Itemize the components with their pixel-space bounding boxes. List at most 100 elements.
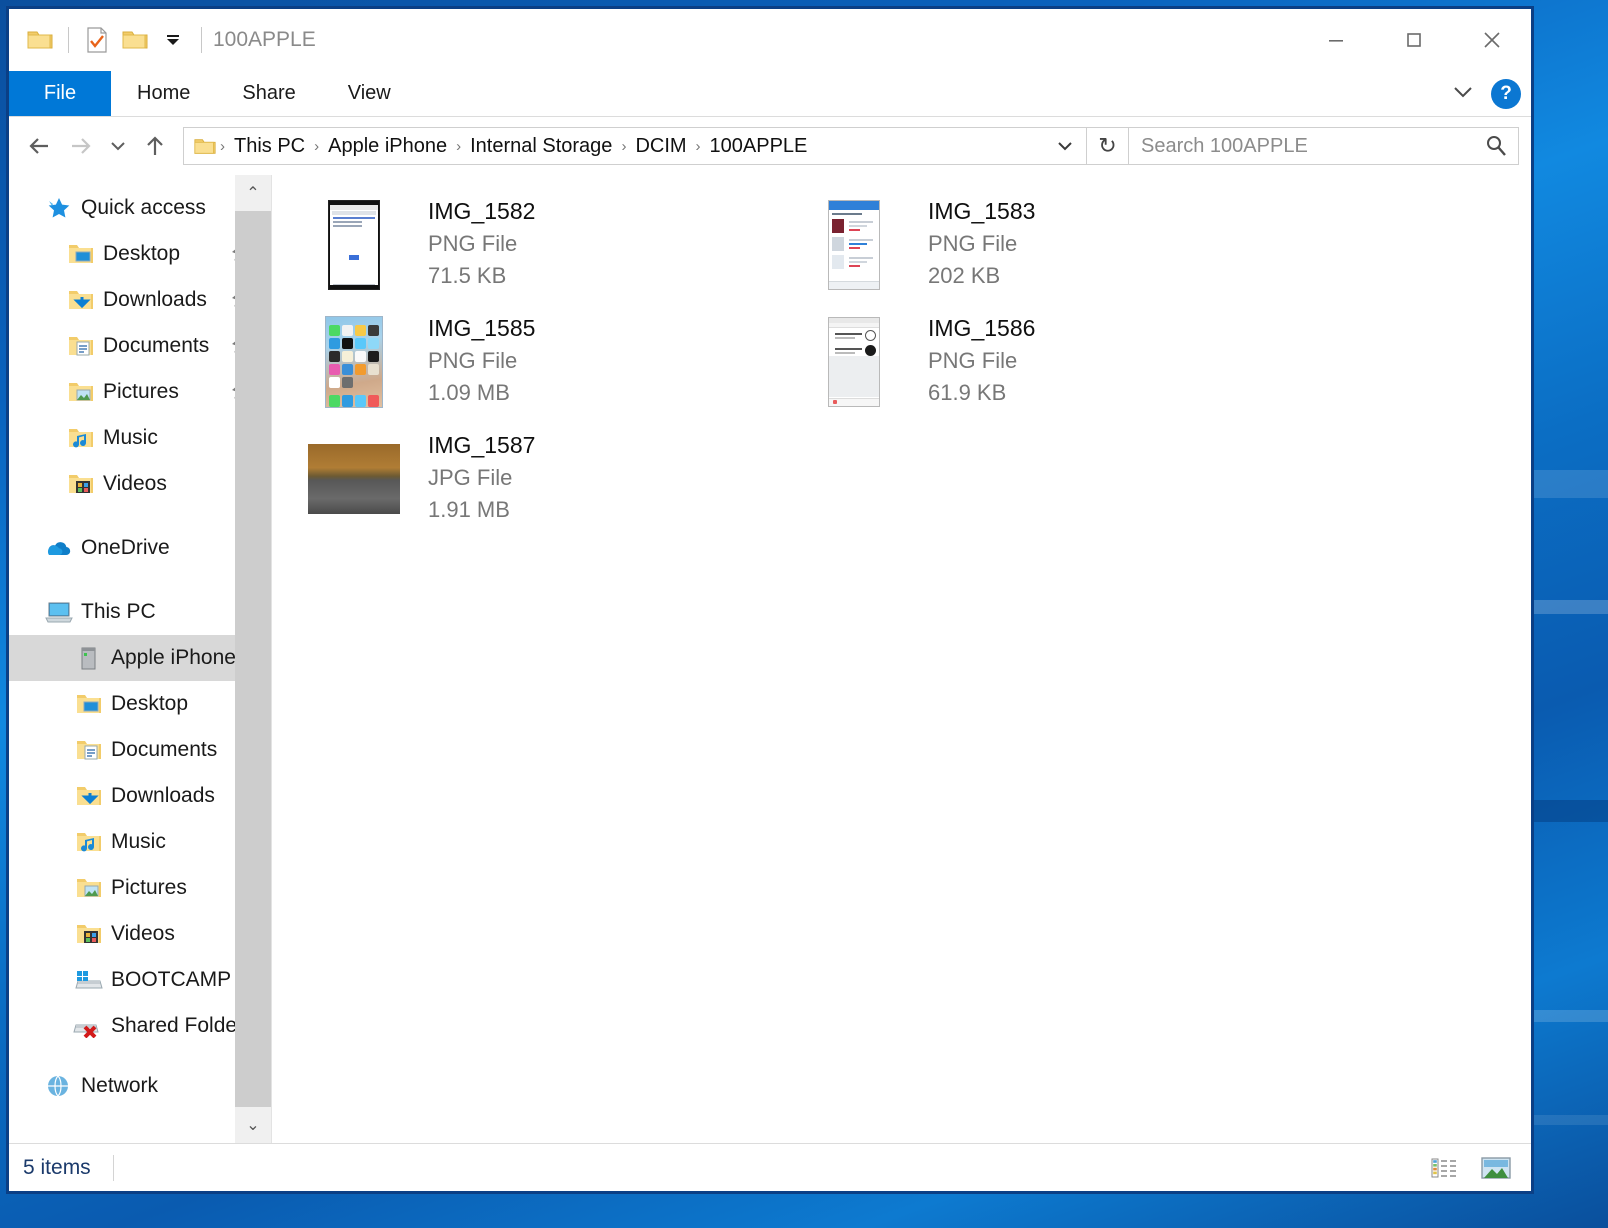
file-name: IMG_1585	[428, 312, 535, 345]
sidebar-label: Downloads	[103, 288, 207, 312]
close-button[interactable]	[1453, 9, 1531, 71]
sidebar-label: Downloads	[111, 784, 215, 808]
folder-videos-icon	[73, 922, 105, 946]
list-item[interactable]: IMG_1582 PNG File 71.5 KB	[302, 187, 802, 302]
file-list-pane[interactable]: IMG_1582 PNG File 71.5 KB	[272, 175, 1531, 1143]
breadcrumb-separator[interactable]: ›	[694, 138, 703, 155]
folder-icon[interactable]	[21, 21, 59, 59]
maximize-button[interactable]	[1375, 9, 1453, 71]
onedrive-icon	[43, 538, 75, 558]
details-view-button[interactable]	[1423, 1149, 1465, 1187]
sidebar-item-downloads-pc[interactable]: Downloads	[9, 773, 271, 819]
sidebar-label: Network	[81, 1074, 158, 1098]
sidebar-label: Desktop	[103, 242, 180, 266]
tab-view[interactable]: View	[322, 71, 417, 116]
sidebar-item-music[interactable]: Music	[9, 415, 271, 461]
breadcrumb-internal-storage[interactable]: Internal Storage	[463, 135, 619, 158]
view-buttons	[1423, 1149, 1517, 1187]
file-meta: IMG_1586 PNG File 61.9 KB	[928, 310, 1035, 410]
folder-music-icon	[73, 830, 105, 854]
file-name: IMG_1582	[428, 195, 535, 228]
file-size: 61.9 KB	[928, 377, 1035, 410]
sidebar-item-desktop[interactable]: Desktop	[9, 231, 271, 277]
back-button[interactable]	[21, 126, 61, 166]
file-size: 1.09 MB	[428, 377, 535, 410]
title-bar: 100APPLE	[9, 9, 1531, 71]
sidebar-item-documents-pc[interactable]: Documents	[9, 727, 271, 773]
minimize-button[interactable]	[1297, 9, 1375, 71]
tab-share[interactable]: Share	[216, 71, 321, 116]
breadcrumb-100apple[interactable]: 100APPLE	[703, 135, 815, 158]
help-button[interactable]: ?	[1491, 79, 1521, 109]
list-item[interactable]: IMG_1586 PNG File 61.9 KB	[802, 304, 1302, 419]
recent-locations-icon[interactable]	[101, 126, 135, 166]
breadcrumb-this-pc[interactable]: This PC	[227, 135, 312, 158]
list-item[interactable]: IMG_1587 JPG File 1.91 MB	[302, 421, 802, 536]
expand-ribbon-icon[interactable]	[1449, 82, 1477, 107]
file-meta: IMG_1587 JPG File 1.91 MB	[428, 427, 535, 527]
file-type: PNG File	[428, 228, 535, 261]
quick-access-toolbar: 100APPLE	[9, 21, 316, 59]
file-explorer-window: 100APPLE File Home Share View ?	[6, 6, 1534, 1194]
drive-windows-icon	[73, 968, 105, 992]
folder-music-icon	[65, 426, 97, 450]
sidebar-item-pictures[interactable]: Pictures	[9, 369, 271, 415]
star-icon	[43, 196, 75, 220]
up-button[interactable]	[135, 126, 175, 166]
sidebar-gap	[9, 507, 271, 525]
toolbar-divider	[68, 27, 69, 53]
list-item[interactable]: IMG_1585 PNG File 1.09 MB	[302, 304, 802, 419]
breadcrumb[interactable]: › This PC › Apple iPhone › Internal Stor…	[183, 127, 1087, 165]
scroll-down-button[interactable]: ⌄	[235, 1107, 271, 1143]
phone-shopping-thumbnail	[828, 200, 880, 290]
tab-home[interactable]: Home	[111, 71, 216, 116]
breadcrumb-separator[interactable]: ›	[619, 138, 628, 155]
sidebar-item-videos-pc[interactable]: Videos	[9, 911, 271, 957]
breadcrumb-dropdown-icon[interactable]	[1048, 128, 1082, 164]
sidebar-item-apple-iphone[interactable]: Apple iPhone	[9, 635, 271, 681]
file-meta: IMG_1582 PNG File 71.5 KB	[428, 193, 535, 293]
search-icon[interactable]	[1474, 133, 1518, 159]
sidebar-label: Documents	[111, 738, 217, 762]
sidebar-item-documents[interactable]: Documents	[9, 323, 271, 369]
file-name: IMG_1587	[428, 429, 535, 462]
breadcrumb-separator[interactable]: ›	[312, 138, 321, 155]
sidebar-item-onedrive[interactable]: OneDrive	[9, 525, 271, 571]
sidebar-item-bootcamp[interactable]: BOOTCAMP (C:)	[9, 957, 271, 1003]
sidebar-item-shared-folders[interactable]: Shared Folders (\	[9, 1003, 271, 1049]
sidebar-item-downloads[interactable]: Downloads	[9, 277, 271, 323]
file-size: 1.91 MB	[428, 494, 535, 527]
sidebar-item-music-pc[interactable]: Music	[9, 819, 271, 865]
list-item[interactable]: IMG_1583 PNG File 202 KB	[802, 187, 1302, 302]
file-size: 71.5 KB	[428, 260, 535, 293]
tab-file[interactable]: File	[9, 71, 111, 116]
sidebar-item-videos[interactable]: Videos	[9, 461, 271, 507]
status-bar: 5 items	[9, 1143, 1531, 1191]
breadcrumb-separator[interactable]: ›	[454, 138, 463, 155]
sidebar-item-pictures-pc[interactable]: Pictures	[9, 865, 271, 911]
chevron-down-icon[interactable]	[154, 21, 192, 59]
file-type: PNG File	[928, 345, 1035, 378]
file-name: IMG_1586	[928, 312, 1035, 345]
checkbox-document-icon[interactable]	[78, 21, 116, 59]
folder-icon[interactable]	[116, 21, 154, 59]
refresh-button[interactable]: ↻	[1087, 127, 1129, 165]
sidebar-item-network[interactable]: Network	[9, 1063, 271, 1109]
folder-videos-icon	[65, 472, 97, 496]
large-icons-view-button[interactable]	[1475, 1149, 1517, 1187]
sidebar-scrollbar[interactable]: ⌃ ⌄	[235, 175, 271, 1143]
thumbnail	[302, 193, 406, 297]
forward-button[interactable]	[61, 126, 101, 166]
search-input[interactable]	[1141, 135, 1474, 158]
folder-downloads-icon	[73, 784, 105, 808]
breadcrumb-apple-iphone[interactable]: Apple iPhone	[321, 135, 454, 158]
thumbnail	[802, 310, 906, 414]
file-size: 202 KB	[928, 260, 1035, 293]
scrollbar-thumb[interactable]	[235, 211, 271, 1107]
sidebar-item-desktop-pc[interactable]: Desktop	[9, 681, 271, 727]
sidebar-item-quick-access[interactable]: Quick access	[9, 185, 271, 231]
breadcrumb-dcim[interactable]: DCIM	[628, 135, 693, 158]
sidebar-item-this-pc[interactable]: This PC	[9, 589, 271, 635]
search-box[interactable]	[1129, 127, 1519, 165]
scroll-up-button[interactable]: ⌃	[235, 175, 271, 211]
